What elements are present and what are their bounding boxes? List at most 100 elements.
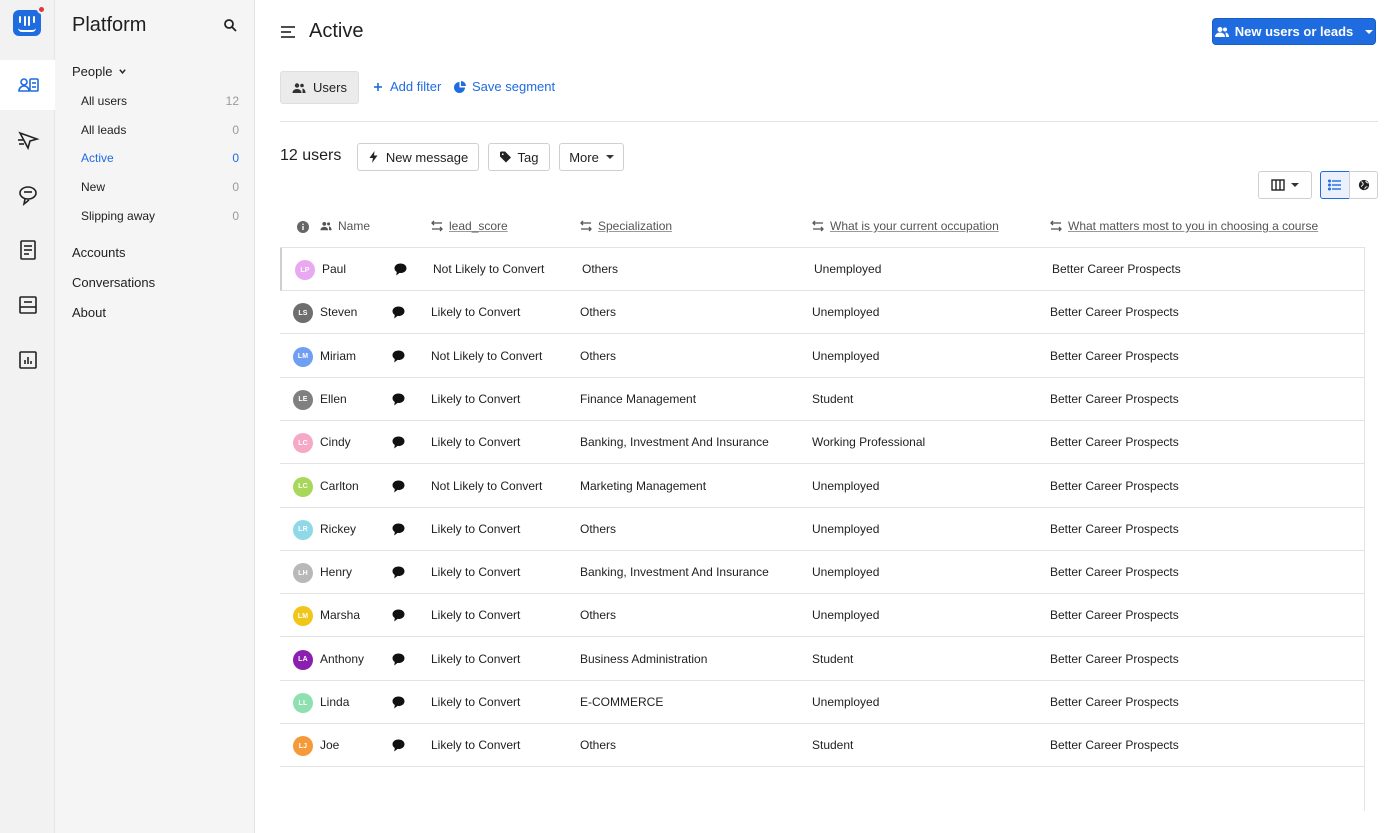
cell-name[interactable]: Ellen bbox=[320, 392, 347, 406]
column-header-lead-score[interactable]: lead_score bbox=[431, 219, 508, 233]
cell-course-priority: Better Career Prospects bbox=[1050, 738, 1179, 753]
cell-name[interactable]: Linda bbox=[320, 695, 349, 709]
chat-bubble-icon[interactable] bbox=[392, 696, 405, 709]
column-header-specialization[interactable]: Specialization bbox=[580, 219, 672, 233]
table-row[interactable]: LP Paul Not Likely to Convert Others Unemplo… bbox=[280, 248, 1365, 291]
sidebar-item-active[interactable]: Active 0 bbox=[72, 148, 239, 168]
chat-bubble-icon[interactable] bbox=[392, 306, 405, 319]
more-dropdown-button[interactable]: More bbox=[559, 143, 624, 171]
chat-bubble-icon[interactable] bbox=[392, 739, 405, 752]
table-row[interactable]: LL Linda Likely to Convert E-COMMERCE Unempl… bbox=[280, 681, 1365, 724]
cell-lead-score: Likely to Convert bbox=[431, 608, 521, 623]
users-filter-pill[interactable]: Users bbox=[280, 71, 359, 104]
caret-down-icon bbox=[1365, 29, 1374, 34]
avatar: LM bbox=[293, 346, 313, 367]
cell-name[interactable]: Miriam bbox=[320, 349, 356, 363]
cell-name[interactable]: Carlton bbox=[320, 479, 359, 493]
table-row[interactable]: LC Cindy Likely to Convert Banking, Investm… bbox=[280, 421, 1365, 465]
users-icon bbox=[292, 82, 306, 93]
table-row[interactable]: LM Miriam Not Likely to Convert Others Unemp… bbox=[280, 335, 1365, 378]
list-view-toggle[interactable] bbox=[1320, 171, 1350, 199]
cell-name[interactable]: Steven bbox=[320, 305, 357, 319]
table-row[interactable]: LA Anthony Likely to Convert Business Admin… bbox=[280, 638, 1365, 681]
avatar: LM bbox=[293, 606, 313, 627]
reports-icon[interactable] bbox=[16, 348, 40, 372]
chat-bubble-icon[interactable] bbox=[392, 393, 405, 406]
main-content: Active New users or leads Users Add filt… bbox=[255, 0, 1400, 833]
chat-bubble-icon[interactable] bbox=[392, 566, 405, 579]
avatar: LA bbox=[293, 649, 313, 670]
cell-name[interactable]: Joe bbox=[320, 738, 339, 752]
cell-specialization: Others bbox=[580, 608, 617, 623]
search-icon[interactable] bbox=[223, 18, 237, 32]
sidebar-item-slipping-away[interactable]: Slipping away 0 bbox=[72, 206, 239, 226]
chat-bubble-icon[interactable] bbox=[392, 653, 405, 666]
cell-name[interactable]: Cindy bbox=[320, 435, 351, 449]
columns-dropdown-button[interactable] bbox=[1258, 171, 1312, 199]
table-row[interactable]: LH Henry Likely to Convert Banking, Investm… bbox=[280, 551, 1365, 595]
cell-name[interactable]: Marsha bbox=[320, 608, 360, 622]
cell-course-priority: Better Career Prospects bbox=[1050, 435, 1179, 450]
sidebar-section-conversations[interactable]: Conversations bbox=[72, 275, 155, 290]
cell-name[interactable]: Rickey bbox=[320, 522, 356, 536]
plus-icon bbox=[374, 82, 382, 91]
table-row[interactable]: LR Rickey Likely to Convert Others Unemploye… bbox=[280, 508, 1365, 551]
avatar: LL bbox=[293, 693, 313, 713]
cell-name[interactable]: Henry bbox=[320, 565, 352, 579]
articles-icon[interactable] bbox=[16, 238, 40, 262]
people-group-label: People bbox=[72, 64, 113, 79]
new-users-or-leads-button[interactable]: New users or leads bbox=[1212, 18, 1376, 45]
tag-button[interactable]: Tag bbox=[488, 143, 550, 171]
sidebar-section-accounts[interactable]: Accounts bbox=[72, 245, 125, 260]
cell-occupation: Unemployed bbox=[812, 478, 880, 493]
table-scrollbar[interactable] bbox=[1364, 248, 1365, 811]
sidebar-section-about[interactable]: About bbox=[72, 305, 106, 320]
table-row[interactable]: LE Ellen Likely to Convert Finance Manageme… bbox=[280, 378, 1365, 421]
table-row[interactable]: LC Carlton Not Likely to Convert Marketing … bbox=[280, 465, 1365, 508]
map-view-toggle[interactable] bbox=[1349, 171, 1378, 199]
chat-bubble-icon[interactable] bbox=[392, 609, 405, 622]
outbound-icon[interactable] bbox=[16, 128, 40, 152]
add-filter-button[interactable]: Add filter bbox=[372, 79, 441, 94]
app-title: Platform bbox=[72, 14, 147, 36]
inbox-icon[interactable] bbox=[16, 293, 40, 317]
cell-occupation: Unemployed bbox=[812, 305, 880, 320]
people-group-toggle[interactable]: People bbox=[72, 64, 127, 79]
cell-name[interactable]: Paul bbox=[322, 262, 346, 276]
cell-course-priority: Better Career Prospects bbox=[1050, 651, 1179, 666]
hamburger-menu-icon[interactable] bbox=[281, 26, 295, 38]
cell-lead-score: Not Likely to Convert bbox=[431, 478, 543, 493]
cell-specialization: Business Administration bbox=[580, 651, 708, 666]
avatar: LH bbox=[293, 563, 313, 584]
chat-bubble-icon[interactable] bbox=[392, 350, 405, 363]
chat-bubble-icon[interactable] bbox=[392, 523, 405, 536]
save-segment-button[interactable]: Save segment bbox=[454, 79, 555, 94]
table-header: Name lead_score Specialization What is y… bbox=[280, 206, 1365, 248]
sidebar-item-all-users[interactable]: All users 12 bbox=[72, 91, 239, 111]
column-header-name[interactable]: Name bbox=[320, 219, 370, 233]
table-row[interactable]: LM Marsha Likely to Convert Others Unemploye… bbox=[280, 594, 1365, 638]
table-row[interactable]: LJ Joe Likely to Convert Others Student Bette… bbox=[280, 724, 1365, 768]
cell-course-priority: Better Career Prospects bbox=[1050, 565, 1179, 580]
cell-occupation: Unemployed bbox=[812, 348, 880, 363]
conversations-icon[interactable] bbox=[16, 183, 40, 207]
contacts-icon[interactable] bbox=[16, 73, 40, 97]
sidebar-item-new[interactable]: New 0 bbox=[72, 177, 239, 197]
chat-bubble-icon[interactable] bbox=[394, 263, 407, 276]
table-row[interactable]: LS Steven Likely to Convert Others Unemploye… bbox=[280, 291, 1365, 335]
app-logo-icon[interactable] bbox=[13, 5, 46, 36]
filter-bar: Users Add filter Save segment bbox=[280, 71, 1380, 104]
sidebar-item-all-leads[interactable]: All leads 0 bbox=[72, 120, 239, 140]
chat-bubble-icon[interactable] bbox=[392, 480, 405, 493]
info-icon[interactable] bbox=[297, 221, 309, 233]
cell-lead-score: Likely to Convert bbox=[431, 305, 521, 320]
cell-specialization: Others bbox=[580, 348, 617, 363]
chat-bubble-icon[interactable] bbox=[392, 436, 405, 449]
cell-lead-score: Not Likely to Convert bbox=[431, 348, 543, 363]
cell-occupation: Student bbox=[812, 651, 854, 666]
section-divider bbox=[280, 121, 1378, 122]
cell-name[interactable]: Anthony bbox=[320, 652, 364, 666]
new-message-button[interactable]: New message bbox=[357, 143, 479, 171]
column-header-course-priority[interactable]: What matters most to you in choosing a c… bbox=[1050, 219, 1318, 233]
column-header-occupation[interactable]: What is your current occupation bbox=[812, 219, 999, 233]
